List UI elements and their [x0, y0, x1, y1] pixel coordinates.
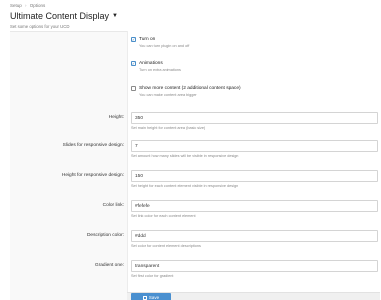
- breadcrumb-item-options[interactable]: Options: [30, 3, 46, 8]
- breadcrumb-separator: ›: [25, 3, 27, 8]
- height-responsive-label: Height for responsive design:: [61, 173, 124, 178]
- turn-on-label[interactable]: Turn on: [139, 37, 155, 42]
- option-animations: ✓ Animations Turn on extra animations: [131, 61, 181, 72]
- color-link-hint: Set link color for each content element: [131, 214, 196, 218]
- animations-label[interactable]: Animations: [139, 61, 163, 66]
- breadcrumb-item-setup[interactable]: Setup: [10, 3, 22, 8]
- page-title[interactable]: Ultimate Content Display ▼: [10, 11, 118, 21]
- height-hint: Set main height for content area (basic …: [131, 126, 206, 130]
- slides-responsive-label: Slides for responsive design:: [62, 143, 124, 148]
- height-responsive-hint: Set height for each content element visi…: [131, 184, 239, 188]
- save-button-label: Save: [148, 295, 160, 300]
- page-title-text: Ultimate Content Display: [10, 11, 110, 21]
- option-show-more-content: Show more content (2 additional content …: [131, 86, 241, 97]
- description-color-label: Description color:: [86, 233, 124, 238]
- turn-on-hint: You can turn plugin on and off: [139, 44, 190, 48]
- slides-responsive-hint: Set amount how many slides will be visib…: [131, 154, 239, 158]
- description-color-hint: Set color for content element descriptio…: [131, 244, 201, 248]
- height-label: Height:: [108, 115, 124, 120]
- color-link-label: Color link:: [102, 203, 124, 208]
- animations-checkbox[interactable]: ✓: [131, 61, 136, 66]
- color-link-input[interactable]: #fefefe: [131, 200, 378, 212]
- turn-on-checkbox[interactable]: ✓: [131, 37, 136, 42]
- show-more-content-hint: You can make content area bigger: [139, 93, 197, 97]
- save-button[interactable]: Save: [131, 293, 171, 300]
- gradient-one-label: Gradient one:: [94, 263, 124, 268]
- description-color-input[interactable]: #ddd: [131, 230, 378, 242]
- height-responsive-input[interactable]: 150: [131, 170, 378, 182]
- height-input[interactable]: 350: [131, 112, 378, 124]
- gradient-one-hint: Set first color for gradient: [131, 274, 174, 278]
- gradient-one-input[interactable]: transparent: [131, 260, 378, 272]
- page-description: Set some options for your UCD: [10, 24, 70, 29]
- chevron-down-icon[interactable]: ▼: [112, 13, 118, 19]
- option-turn-on: ✓ Turn on You can turn plugin on and off: [131, 37, 189, 48]
- show-more-content-label[interactable]: Show more content (2 additional content …: [139, 86, 241, 91]
- breadcrumb: Setup › Options: [10, 3, 45, 8]
- save-icon: [142, 295, 147, 300]
- show-more-content-checkbox[interactable]: [131, 86, 136, 91]
- slides-responsive-input[interactable]: 7: [131, 140, 378, 152]
- animations-hint: Turn on extra animations: [139, 68, 181, 72]
